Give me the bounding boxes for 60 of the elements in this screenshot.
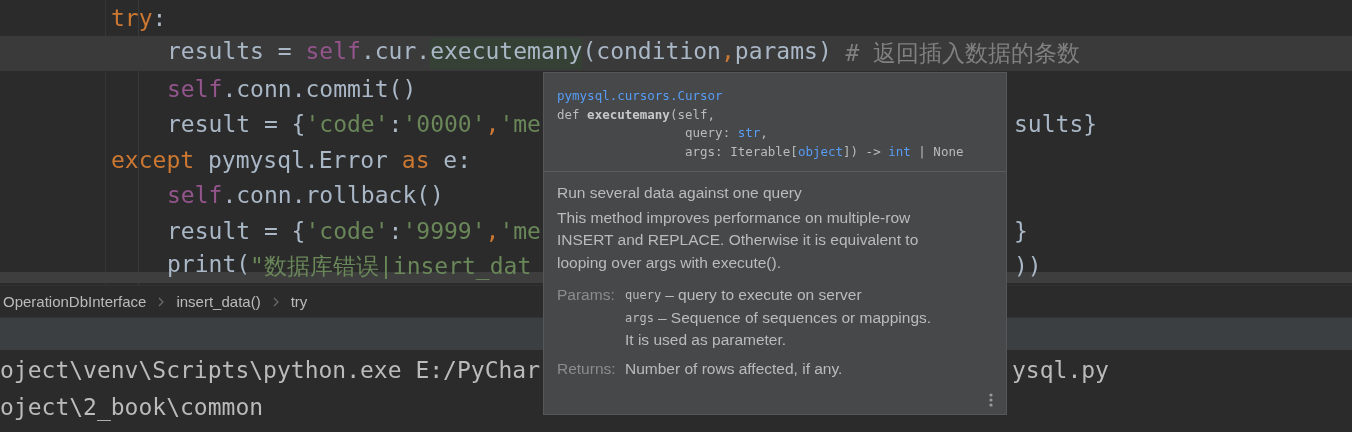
returns-description: Number of rows affected, if any. [625,358,843,379]
returns-label: Returns: [557,358,617,379]
code-token: 'me [499,111,541,138]
code-token: 'code' [305,111,389,138]
code-token: "数据库错误|insert_dat [250,251,532,282]
code-token: self [167,75,223,102]
signature-token: def [557,105,581,124]
code-token: e: [443,146,472,173]
doc-description: This method improves performance on multiple-row INSERT and REPLACE. Otherwise it is equivalent to looping over args with execute(). [557,207,920,273]
param-description: – query to execute on server [665,285,862,305]
code-token: , [485,111,500,138]
code-token: , [720,37,735,66]
code-token: (condition [582,37,721,66]
console-output-line: oject\2_book\common [0,393,264,420]
signature-token: query: [685,124,732,142]
signature-token: executemany [587,105,670,124]
code-token: .cur. [360,37,431,66]
code-token: : [152,4,167,31]
signature-token: object [797,142,844,161]
code-token: , [485,217,500,244]
doc-summary: Run several data against one query [557,183,803,203]
param-name: args [625,309,654,327]
code-token: sults} [1014,111,1098,138]
code-token: as [401,146,431,173]
signature-token: ]) -> [843,142,882,161]
signature-token: (self, [669,105,716,124]
param-name: query [625,287,662,304]
code-token: executemany [430,37,583,69]
signature-token: pymysql.cursors.Cursor [557,87,723,105]
code-token: self [167,182,223,209]
code-token: '0000' [402,111,486,138]
code-token: : [388,111,403,138]
signature-token: , [760,124,768,142]
code-token: pymysql.Error [207,146,389,173]
code-token: print( [167,250,251,279]
code-token: try [111,4,153,31]
code-token: } [1014,217,1028,244]
code-token: )) [1014,253,1042,280]
signature-token: args: Iterable[ [685,142,798,161]
param-description: – Sequence of sequences or mappings. [657,307,932,328]
code-token: results = [167,37,293,66]
signature-token: str [737,124,761,142]
code-token: except [111,146,196,173]
code-token: params) [734,37,833,66]
code-token: '9999' [402,217,486,244]
code-token: result = { [167,217,306,244]
code-token: .conn.commit() [222,75,417,102]
code-token: .conn.rollback() [222,182,444,209]
code-comment: # 返回插入数据的条数 [845,38,1081,68]
code-token: result = { [167,111,306,138]
signature-token: | None [917,142,964,161]
params-label: Params: [557,285,616,305]
signature-token: int [888,142,911,161]
code-token: self [305,37,361,66]
code-token: 'code' [305,217,389,244]
code-token: 'me [499,217,541,244]
console-output-line: ysql.py [1012,356,1109,383]
code-token: : [388,217,403,244]
console-output-line: oject\venv\Scripts\python.exe E:/PyChar [0,356,541,383]
param-description: It is used as parameter. [625,330,787,350]
